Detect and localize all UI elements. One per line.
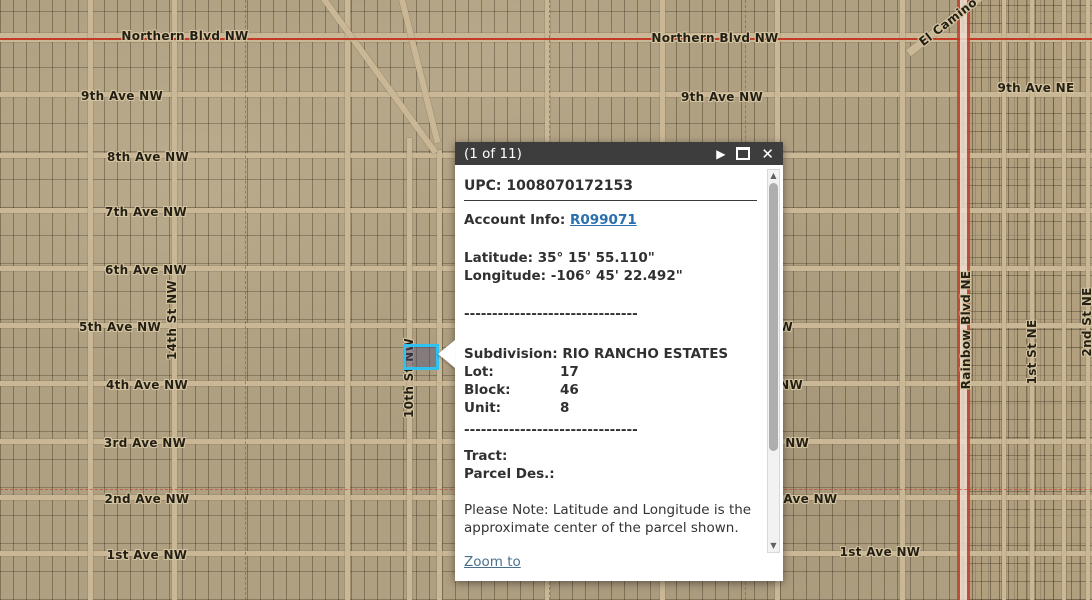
street-label: 5th Ave NW: [79, 320, 161, 334]
street-label: 3rd Ave NW: [104, 436, 186, 450]
subdivision-value: RIO RANCHO ESTATES: [562, 346, 728, 362]
diagonal-road: [398, 0, 441, 143]
street-label: 9th Ave NE: [997, 81, 1074, 95]
field-label: Unit:: [464, 399, 560, 417]
field-value: 46: [560, 381, 579, 399]
field-row: Block:46: [464, 381, 757, 399]
lat-long-note: Please Note: Latitude and Longitude is t…: [464, 501, 757, 537]
subdivision-line: Subdivision: RIO RANCHO ESTATES: [464, 345, 757, 363]
popup-title: (1 of 11): [464, 146, 522, 162]
street-label: 1st St NE: [1025, 320, 1039, 385]
maximize-glyph: [736, 147, 750, 160]
maximize-icon[interactable]: [736, 147, 750, 160]
zoom-to-line: Zoom to: [464, 553, 757, 571]
zoom-to-link[interactable]: Zoom to: [464, 554, 521, 570]
close-icon[interactable]: ✕: [761, 145, 774, 163]
lot-block-unit-fields: Lot:17Block:46Unit:8: [464, 363, 757, 417]
street-label: 14th St NW: [165, 280, 179, 360]
street-label: Rainbow Blvd NE: [959, 271, 973, 390]
dashed-separator: -------------------------------: [464, 305, 757, 323]
street-label: 8th Ave NW: [107, 150, 189, 164]
street-label: 1st Ave NW: [840, 545, 921, 559]
street-label: Northern Blvd NW: [651, 31, 778, 45]
subdivision-label: Subdivision:: [464, 346, 562, 362]
section-line-vertical: [245, 0, 246, 600]
street-label: 9th Ave NW: [681, 90, 763, 104]
street-label: 7th Ave NW: [105, 205, 187, 219]
street-label: 1st Ave NW: [107, 548, 188, 562]
popup-scrollbar[interactable]: ▲ ▼: [767, 169, 780, 553]
selected-parcel-highlight[interactable]: [403, 344, 439, 370]
street-label: 2nd St NE: [1080, 287, 1092, 356]
popup-content[interactable]: UPC: 1008070172153 Account Info: R099071…: [455, 165, 783, 581]
account-number-link[interactable]: R099071: [570, 212, 637, 228]
field-label: Lot:: [464, 363, 560, 381]
account-info-line: Account Info: R099071: [464, 211, 757, 229]
dashed-separator: -------------------------------: [464, 421, 757, 439]
field-value: 8: [560, 399, 569, 417]
next-record-icon[interactable]: ▶: [716, 147, 725, 161]
account-info-label: Account Info:: [464, 212, 570, 228]
field-label: Block:: [464, 381, 560, 399]
street-label: 2nd Ave NW: [105, 492, 190, 506]
field-row: Unit:8: [464, 399, 757, 417]
scrollbar-thumb[interactable]: [769, 183, 778, 451]
street-label: 4th Ave NW: [106, 378, 188, 392]
parcel-info-popup: (1 of 11) ▶ ✕ UPC: 1008070172153 Account…: [455, 142, 783, 581]
longitude-value: Longitude: -106° 45' 22.492": [464, 267, 757, 285]
street-label: 9th Ave NW: [81, 89, 163, 103]
street-vertical: [437, 150, 442, 600]
street-vertical: [900, 0, 905, 600]
street-vertical: [345, 0, 350, 600]
tract-label: Tract:: [464, 447, 757, 465]
upc-value: UPC: 1008070172153: [464, 177, 757, 195]
field-value: 17: [560, 363, 579, 381]
popup-title-bar[interactable]: (1 of 11) ▶ ✕: [455, 142, 783, 165]
field-row: Lot:17: [464, 363, 757, 381]
popup-callout-arrow: [438, 340, 455, 368]
street-label: Northern Blvd NW: [121, 29, 248, 43]
latitude-value: Latitude: 35° 15' 55.110": [464, 249, 757, 267]
scroll-up-icon[interactable]: ▲: [768, 170, 779, 182]
parcel-des-label: Parcel Des.:: [464, 465, 757, 483]
street-label: 6th Ave NW: [105, 263, 187, 277]
scroll-down-icon[interactable]: ▼: [768, 540, 779, 552]
divider-rule: [464, 200, 757, 201]
